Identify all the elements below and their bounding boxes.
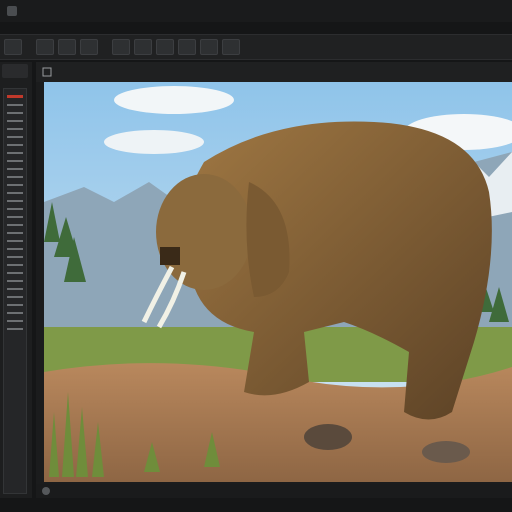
status-bar [36, 484, 512, 498]
property-row[interactable] [7, 200, 23, 202]
property-row[interactable] [7, 296, 23, 298]
viewport-header [36, 62, 512, 82]
property-row[interactable] [7, 240, 23, 242]
viewport-scene[interactable] [44, 82, 512, 482]
property-row[interactable] [7, 288, 23, 290]
property-row[interactable] [7, 128, 23, 130]
toolbar-button[interactable] [200, 39, 218, 55]
property-row[interactable] [7, 184, 23, 186]
left-panel [0, 62, 32, 498]
panel-header [2, 64, 28, 78]
property-row[interactable] [7, 280, 23, 282]
cloud [114, 86, 234, 114]
toolbar-button[interactable] [36, 39, 54, 55]
rock [304, 424, 352, 450]
property-row[interactable] [7, 144, 23, 146]
property-row[interactable] [7, 312, 23, 314]
property-row[interactable] [7, 168, 23, 170]
toolbar-button[interactable] [58, 39, 76, 55]
property-row[interactable] [7, 264, 23, 266]
rock [422, 441, 470, 463]
property-row[interactable] [7, 328, 23, 330]
properties-list [3, 88, 27, 494]
property-row[interactable] [7, 272, 23, 274]
property-row[interactable] [7, 136, 23, 138]
property-row[interactable] [7, 320, 23, 322]
property-row[interactable] [7, 256, 23, 258]
elephant-head-gear [160, 247, 180, 265]
toolbar-button[interactable] [4, 39, 22, 55]
property-row[interactable] [7, 224, 23, 226]
toolbar-button[interactable] [178, 39, 196, 55]
property-row[interactable] [7, 232, 23, 234]
property-row[interactable] [7, 112, 23, 114]
toolbar [0, 34, 512, 60]
menu-bar [0, 0, 512, 22]
property-row[interactable] [7, 152, 23, 154]
viewport-icon [42, 67, 52, 77]
property-row[interactable] [7, 304, 23, 306]
app-logo-icon [7, 6, 17, 16]
toolbar-button[interactable] [222, 39, 240, 55]
property-row[interactable] [7, 176, 23, 178]
cloud [104, 130, 204, 154]
property-row[interactable] [7, 208, 23, 210]
toolbar-button[interactable] [112, 39, 130, 55]
property-row[interactable] [7, 160, 23, 162]
property-row[interactable] [7, 120, 23, 122]
toolbar-button[interactable] [134, 39, 152, 55]
property-row[interactable] [7, 104, 23, 106]
property-row[interactable] [7, 216, 23, 218]
property-row-selected[interactable] [7, 95, 23, 98]
property-row[interactable] [7, 192, 23, 194]
status-icon [42, 487, 50, 495]
toolbar-button[interactable] [156, 39, 174, 55]
toolbar-button[interactable] [80, 39, 98, 55]
viewport-panel [36, 62, 512, 498]
property-row[interactable] [7, 248, 23, 250]
